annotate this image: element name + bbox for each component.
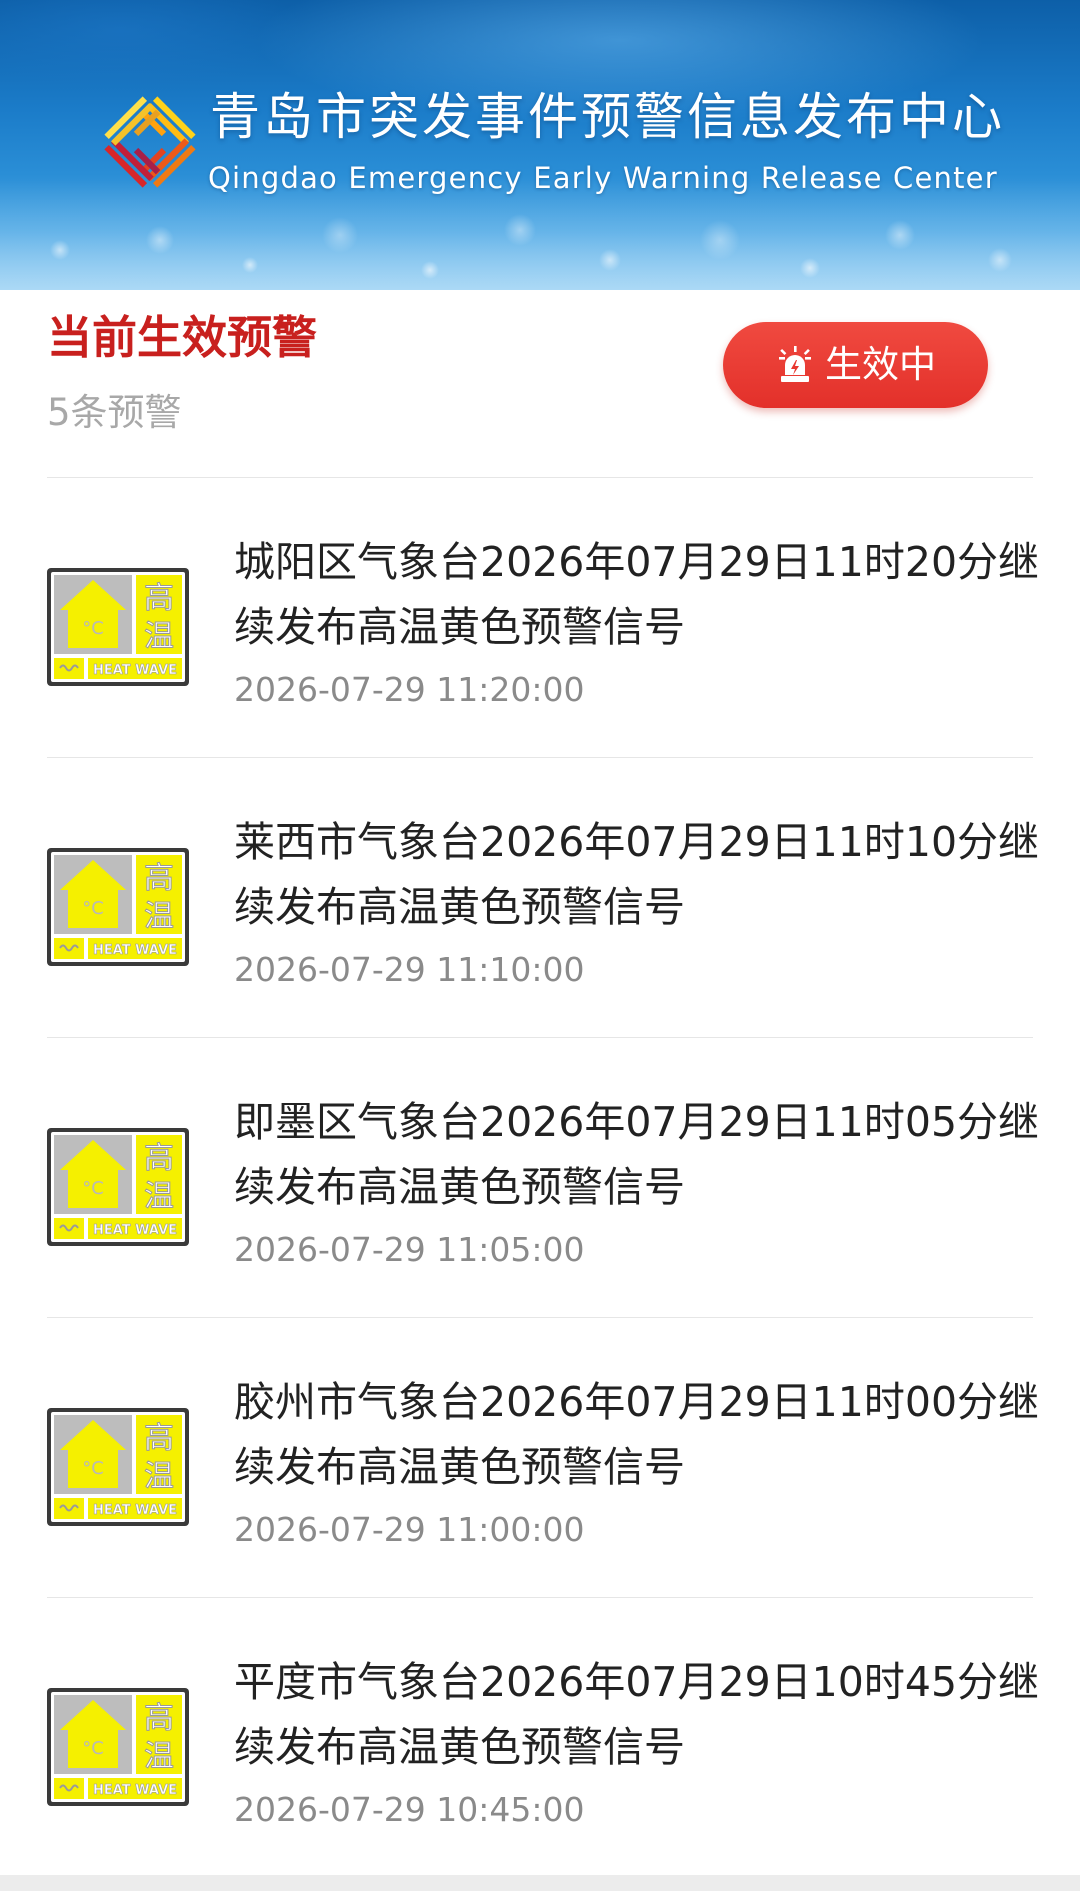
svg-text:高: 高 — [144, 581, 174, 616]
svg-text:温: 温 — [144, 1179, 174, 1214]
celsius-symbol: °C — [82, 618, 104, 639]
warning-title[interactable]: 平度市气象台2026年07月29日10时45分继续发布高温黄色预警信号 — [234, 1650, 1046, 1780]
warning-time: 2026-07-29 11:10:00 — [234, 950, 585, 989]
page-title: 当前生效预警 — [47, 311, 318, 364]
heat-wave-yellow-warning-icon: °C 高 温 HEAT WAVE — [47, 1408, 189, 1526]
active-status-button[interactable]: 生效中 — [723, 322, 988, 408]
warning-list: °C 高 温 HEAT WAVE 城阳区气象台2026年07月29日11时20分… — [0, 478, 1080, 1877]
svg-text:温: 温 — [144, 899, 174, 934]
svg-text:温: 温 — [144, 619, 174, 654]
svg-text:HEAT WAVE: HEAT WAVE — [93, 1223, 177, 1238]
heat-wave-yellow-warning-icon: °C 高 温 HEAT WAVE — [47, 1128, 189, 1246]
svg-text:高: 高 — [144, 861, 174, 896]
celsius-symbol: °C — [82, 1458, 104, 1479]
heat-wave-yellow-warning-icon: °C 高 温 HEAT WAVE — [47, 848, 189, 966]
heat-wave-yellow-warning-icon: °C 高 温 HEAT WAVE — [47, 568, 189, 686]
celsius-symbol: °C — [82, 1178, 104, 1199]
warning-list-item[interactable]: °C 高 温 HEAT WAVE 城阳区气象台2026年07月29日11时20分… — [47, 478, 1039, 758]
alarm-light-icon — [779, 346, 811, 382]
warning-title[interactable]: 莱西市气象台2026年07月29日11时10分继续发布高温黄色预警信号 — [234, 810, 1046, 940]
warning-list-item[interactable]: °C 高 温 HEAT WAVE 平度市气象台2026年07月29日10时45分… — [47, 1598, 1039, 1877]
svg-text:HEAT WAVE: HEAT WAVE — [93, 663, 177, 678]
warning-panel: 当前生效预警 5条预警 生效中 °C 高 温 HEAT WAVE 城阳区气象台2 — [0, 290, 1080, 1875]
active-status-label: 生效中 — [825, 343, 936, 386]
warning-time: 2026-07-29 11:00:00 — [234, 1510, 585, 1549]
svg-text:HEAT WAVE: HEAT WAVE — [93, 943, 177, 958]
qingdao-emergency-logo — [104, 96, 196, 188]
svg-text:高: 高 — [144, 1421, 174, 1456]
heat-wave-yellow-warning-icon: °C 高 温 HEAT WAVE — [47, 1688, 189, 1806]
celsius-symbol: °C — [82, 898, 104, 919]
warning-title[interactable]: 即墨区气象台2026年07月29日11时05分继续发布高温黄色预警信号 — [234, 1090, 1046, 1220]
banner-title: 青岛市突发事件预警信息发布中心 — [210, 88, 1005, 146]
header-banner: 青岛市突发事件预警信息发布中心 Qingdao Emergency Early … — [0, 0, 1080, 290]
svg-text:温: 温 — [144, 1459, 174, 1494]
svg-text:高: 高 — [144, 1141, 174, 1176]
warning-list-item[interactable]: °C 高 温 HEAT WAVE 即墨区气象台2026年07月29日11时05分… — [47, 1038, 1039, 1318]
svg-text:HEAT WAVE: HEAT WAVE — [93, 1503, 177, 1518]
warning-title[interactable]: 城阳区气象台2026年07月29日11时20分继续发布高温黄色预警信号 — [234, 530, 1046, 660]
warning-title[interactable]: 胶州市气象台2026年07月29日11时00分继续发布高温黄色预警信号 — [234, 1370, 1046, 1500]
warning-time: 2026-07-29 11:05:00 — [234, 1230, 585, 1269]
svg-text:高: 高 — [144, 1701, 174, 1736]
warning-list-item[interactable]: °C 高 温 HEAT WAVE 胶州市气象台2026年07月29日11时00分… — [47, 1318, 1039, 1598]
warning-count: 5条预警 — [47, 391, 182, 434]
svg-text:HEAT WAVE: HEAT WAVE — [93, 1783, 177, 1798]
banner-subtitle: Qingdao Emergency Early Warning Release … — [208, 161, 998, 195]
svg-text:温: 温 — [144, 1739, 174, 1774]
warning-time: 2026-07-29 11:20:00 — [234, 670, 585, 709]
celsius-symbol: °C — [82, 1738, 104, 1759]
warning-list-item[interactable]: °C 高 温 HEAT WAVE 莱西市气象台2026年07月29日11时10分… — [47, 758, 1039, 1038]
warning-time: 2026-07-29 10:45:00 — [234, 1790, 585, 1829]
